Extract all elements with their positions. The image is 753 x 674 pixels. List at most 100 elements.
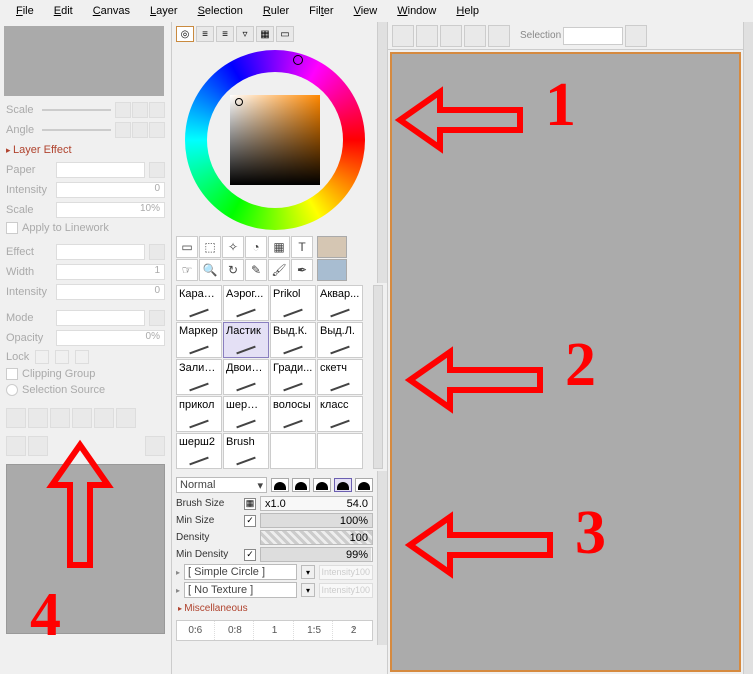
menu-canvas[interactable]: Canvas xyxy=(83,2,140,20)
width-input[interactable]: 1 xyxy=(56,264,165,280)
min-density-check[interactable]: ✓ xyxy=(244,549,256,561)
brush-tip-2[interactable] xyxy=(292,478,310,492)
shape-intensity[interactable]: Intensity100 xyxy=(319,565,373,580)
brush-Аквар...[interactable]: Аквар... xyxy=(317,285,363,321)
new-linework-btn[interactable] xyxy=(28,408,48,428)
brush-класс[interactable]: класс xyxy=(317,396,363,432)
new-layer-btn[interactable] xyxy=(6,408,26,428)
angle-dec[interactable] xyxy=(115,122,131,138)
menu-filter[interactable]: Filter xyxy=(299,2,343,20)
brush-shape-menu[interactable]: ▾ xyxy=(301,565,315,579)
min-size-check[interactable]: ✓ xyxy=(244,515,256,527)
brush-size-opts[interactable]: ▦ xyxy=(244,498,256,510)
scale2-input[interactable]: 10% xyxy=(56,202,165,218)
canvas-undo-btn[interactable] xyxy=(392,25,414,47)
tool-11[interactable]: ✒ xyxy=(291,259,313,281)
spacing-0.8[interactable]: 0.8 xyxy=(217,621,255,640)
angle-inc[interactable] xyxy=(132,122,148,138)
paper-btn[interactable] xyxy=(149,162,165,178)
spacing-row[interactable]: 0.60.811.52 xyxy=(176,620,373,641)
texture-intensity[interactable]: Intensity100 xyxy=(319,583,373,598)
brush-шерш2[interactable]: шерш2 xyxy=(176,433,222,469)
intensity-input[interactable]: 0 xyxy=(56,182,165,198)
background-swatch[interactable] xyxy=(317,259,347,281)
brush-Ластик[interactable]: Ластик xyxy=(223,322,269,358)
brush-size-slider[interactable]: x1.054.0 xyxy=(260,496,373,511)
effect-btn[interactable] xyxy=(149,244,165,260)
color-wheel[interactable] xyxy=(172,46,377,234)
selection-field[interactable] xyxy=(563,27,623,45)
color-hsv-mode[interactable]: ≡ xyxy=(216,26,234,42)
brush-прикол[interactable]: прикол xyxy=(176,396,222,432)
brush-tip-3[interactable] xyxy=(313,478,331,492)
brush-шерша...[interactable]: шерша... xyxy=(223,396,269,432)
tool-2[interactable]: ✧ xyxy=(222,236,244,258)
brush-Двоич...[interactable]: Двоич... xyxy=(223,359,269,395)
color-scratch-mode[interactable]: ▭ xyxy=(276,26,294,42)
brush-tip-4[interactable] xyxy=(334,478,352,492)
tool-0[interactable]: ▭ xyxy=(176,236,198,258)
tool-3[interactable]: ◔ xyxy=(245,236,267,258)
menu-ruler[interactable]: Ruler xyxy=(253,2,299,20)
brush-волосы[interactable]: волосы xyxy=(270,396,316,432)
menu-file[interactable]: File xyxy=(6,2,44,20)
angle-reset[interactable] xyxy=(149,122,165,138)
color-wheel-mode[interactable]: ◎ xyxy=(176,26,194,42)
min-density-slider[interactable]: 99% xyxy=(260,547,373,562)
apply-linework-check[interactable] xyxy=(6,222,18,234)
canvas-redo-btn[interactable] xyxy=(416,25,438,47)
layer-extra-btn[interactable] xyxy=(145,436,165,456)
min-size-slider[interactable]: 100% xyxy=(260,513,373,528)
tool-5[interactable]: T xyxy=(291,236,313,258)
tool-6[interactable]: ☞ xyxy=(176,259,198,281)
effect-select[interactable] xyxy=(56,244,145,260)
spacing-2[interactable]: 2 xyxy=(335,621,372,640)
menu-help[interactable]: Help xyxy=(446,2,489,20)
scale-inc[interactable] xyxy=(132,102,148,118)
menu-window[interactable]: Window xyxy=(387,2,446,20)
tool-8[interactable]: ↻ xyxy=(222,259,244,281)
brush-Выд.К.[interactable]: Выд.К. xyxy=(270,322,316,358)
color-swatch-mode[interactable]: ▦ xyxy=(256,26,274,42)
spacing-1[interactable]: 1 xyxy=(256,621,294,640)
tool-9[interactable]: ✎ xyxy=(245,259,267,281)
menu-layer[interactable]: Layer xyxy=(140,2,188,20)
mode-select[interactable] xyxy=(56,310,145,326)
mode-btn[interactable] xyxy=(149,310,165,326)
menu-selection[interactable]: Selection xyxy=(188,2,253,20)
brush-scroll[interactable] xyxy=(373,285,383,469)
spacing-0.6[interactable]: 0.6 xyxy=(177,621,215,640)
canvas-showsel-btn[interactable] xyxy=(488,25,510,47)
brush-texture-select[interactable]: [ No Texture ] xyxy=(184,582,297,598)
scale-reset[interactable] xyxy=(149,102,165,118)
brush-Prikol[interactable]: Prikol xyxy=(270,285,316,321)
foreground-swatch[interactable] xyxy=(317,236,347,258)
intensity2-input[interactable]: 0 xyxy=(56,284,165,300)
clipping-group-check[interactable] xyxy=(6,368,18,380)
scale-dec[interactable] xyxy=(115,102,131,118)
transfer-down-btn[interactable] xyxy=(72,408,92,428)
brush-Каранд.[interactable]: Каранд. xyxy=(176,285,222,321)
color-gray-mode[interactable]: ▿ xyxy=(236,26,254,42)
tool-7[interactable]: 🔍 xyxy=(199,259,221,281)
brush-shape-select[interactable]: [ Simple Circle ] xyxy=(184,564,297,580)
brush-tip-1[interactable] xyxy=(271,478,289,492)
menu-view[interactable]: View xyxy=(344,2,388,20)
brush-Заливка[interactable]: Заливка xyxy=(176,359,222,395)
menu-edit[interactable]: Edit xyxy=(44,2,83,20)
lock-position-icon[interactable] xyxy=(55,350,69,364)
brush-скетч[interactable]: скетч xyxy=(317,359,363,395)
tool-10[interactable]: 🖌 xyxy=(268,259,290,281)
lock-pixels-icon[interactable] xyxy=(35,350,49,364)
layer-effect-section[interactable]: Layer Effect xyxy=(0,140,171,160)
selection-menu-btn[interactable] xyxy=(625,25,647,47)
brush-Brush[interactable]: Brush xyxy=(223,433,269,469)
lock-all-icon[interactable] xyxy=(75,350,89,364)
opacity-input[interactable]: 0% xyxy=(56,330,165,346)
layer-mask-btn[interactable] xyxy=(6,436,26,456)
color-rgb-mode[interactable]: ≡ xyxy=(196,26,214,42)
settings-scroll[interactable] xyxy=(377,471,387,645)
brush-tip-5[interactable] xyxy=(355,478,373,492)
main-scroll[interactable] xyxy=(743,22,753,674)
brush-Выд.Л.[interactable]: Выд.Л. xyxy=(317,322,363,358)
